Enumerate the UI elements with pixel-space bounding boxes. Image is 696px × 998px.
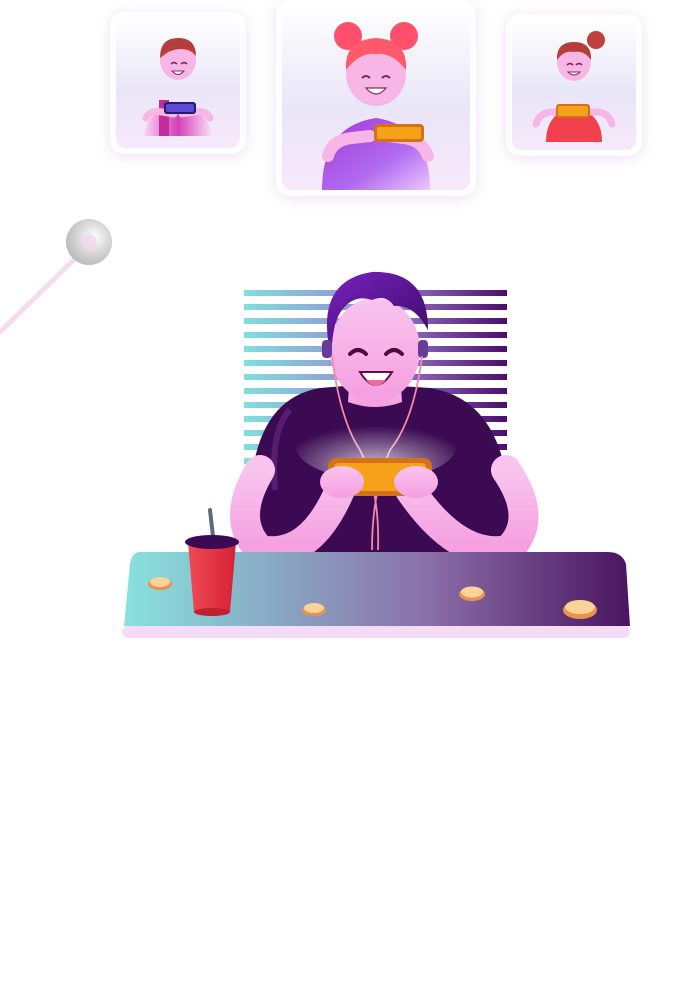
gamer-illustration — [122, 271, 630, 638]
friend-avatar-girl-buns — [322, 22, 434, 190]
friend-card-center — [276, 0, 476, 196]
friend-card-left — [110, 12, 246, 154]
illustration-scene — [0, 0, 696, 998]
pin-dot-icon — [0, 219, 112, 335]
friend-card-right — [506, 14, 642, 156]
friend-avatar-boy — [142, 38, 214, 136]
coin-icon — [563, 600, 597, 619]
friend-avatar-girl-bun — [532, 31, 616, 142]
